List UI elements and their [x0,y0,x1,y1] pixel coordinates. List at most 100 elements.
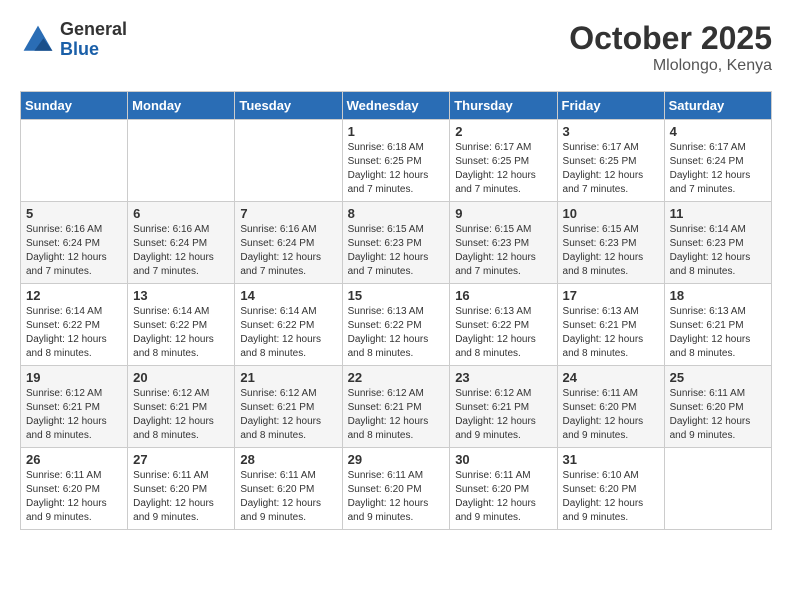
calendar-body: 1 Sunrise: 6:18 AM Sunset: 6:25 PM Daylig… [21,120,772,530]
day-number: 6 [133,206,229,221]
calendar-cell: 12Sunrise: 6:14 AM Sunset: 6:22 PM Dayli… [21,284,128,366]
calendar-cell: 13Sunrise: 6:14 AM Sunset: 6:22 PM Dayli… [128,284,235,366]
weekday-header: Saturday [664,92,771,120]
calendar-cell: 14 Sunrise: 6:14 AM Sunset: 6:22 PM Dayli… [235,284,342,366]
calendar-cell: 5 Sunrise: 6:16 AM Sunset: 6:24 PM Daylig… [21,202,128,284]
day-number: 14 [240,288,336,303]
day-number: 8 [348,206,445,221]
calendar-week-row: 12Sunrise: 6:14 AM Sunset: 6:22 PM Dayli… [21,284,772,366]
day-info: Sunrise: 6:12 AM Sunset: 6:21 PM Dayligh… [133,387,229,443]
day-info: Sunrise: 6:17 AM Sunset: 6:25 PM Dayligh… [455,141,551,197]
day-info: Sunrise: 6:14 AM Sunset: 6:22 PM Dayligh… [26,305,122,361]
calendar-cell [21,120,128,202]
calendar-week-row: 19 Sunrise: 6:12 AM Sunset: 6:21 PM Dayli… [21,366,772,448]
calendar-cell: 23 Sunrise: 6:12 AM Sunset: 6:21 PM Dayli… [450,366,557,448]
day-info: Sunrise: 6:12 AM Sunset: 6:21 PM Dayligh… [26,387,122,443]
day-number: 18 [670,288,766,303]
day-number: 30 [455,452,551,467]
day-info: Sunrise: 6:13 AM Sunset: 6:22 PM Dayligh… [348,305,445,361]
calendar-week-row: 5 Sunrise: 6:16 AM Sunset: 6:24 PM Daylig… [21,202,772,284]
calendar-cell: 22 Sunrise: 6:12 AM Sunset: 6:21 PM Dayli… [342,366,450,448]
calendar-cell [664,448,771,530]
day-info: Sunrise: 6:14 AM Sunset: 6:22 PM Dayligh… [240,305,336,361]
day-info: Sunrise: 6:16 AM Sunset: 6:24 PM Dayligh… [26,223,122,279]
calendar-cell: 3 Sunrise: 6:17 AM Sunset: 6:25 PM Daylig… [557,120,664,202]
day-info: Sunrise: 6:18 AM Sunset: 6:25 PM Dayligh… [348,141,445,197]
calendar-week-row: 26Sunrise: 6:11 AM Sunset: 6:20 PM Dayli… [21,448,772,530]
calendar-cell: 25Sunrise: 6:11 AM Sunset: 6:20 PM Dayli… [664,366,771,448]
day-info: Sunrise: 6:12 AM Sunset: 6:21 PM Dayligh… [348,387,445,443]
calendar-table: SundayMondayTuesdayWednesdayThursdayFrid… [20,91,772,530]
day-number: 21 [240,370,336,385]
day-number: 1 [348,124,445,139]
calendar-cell: 8 Sunrise: 6:15 AM Sunset: 6:23 PM Daylig… [342,202,450,284]
day-number: 23 [455,370,551,385]
calendar-cell: 7 Sunrise: 6:16 AM Sunset: 6:24 PM Daylig… [235,202,342,284]
day-info: Sunrise: 6:12 AM Sunset: 6:21 PM Dayligh… [240,387,336,443]
calendar-cell: 16Sunrise: 6:13 AM Sunset: 6:22 PM Dayli… [450,284,557,366]
calendar-cell: 17 Sunrise: 6:13 AM Sunset: 6:21 PM Dayli… [557,284,664,366]
day-info: Sunrise: 6:16 AM Sunset: 6:24 PM Dayligh… [240,223,336,279]
day-info: Sunrise: 6:12 AM Sunset: 6:21 PM Dayligh… [455,387,551,443]
day-info: Sunrise: 6:11 AM Sunset: 6:20 PM Dayligh… [455,469,551,525]
day-info: Sunrise: 6:17 AM Sunset: 6:25 PM Dayligh… [563,141,659,197]
day-info: Sunrise: 6:13 AM Sunset: 6:21 PM Dayligh… [670,305,766,361]
calendar-cell: 19 Sunrise: 6:12 AM Sunset: 6:21 PM Dayli… [21,366,128,448]
day-number: 28 [240,452,336,467]
calendar-cell [128,120,235,202]
calendar-cell: 20Sunrise: 6:12 AM Sunset: 6:21 PM Dayli… [128,366,235,448]
location: Mlolongo, Kenya [569,57,772,75]
calendar-cell: 9 Sunrise: 6:15 AM Sunset: 6:23 PM Daylig… [450,202,557,284]
day-number: 31 [563,452,659,467]
weekday-header: Friday [557,92,664,120]
logo-text: General Blue [60,20,127,60]
calendar-cell: 10 Sunrise: 6:15 AM Sunset: 6:23 PM Dayli… [557,202,664,284]
calendar-cell: 2Sunrise: 6:17 AM Sunset: 6:25 PM Daylig… [450,120,557,202]
day-info: Sunrise: 6:17 AM Sunset: 6:24 PM Dayligh… [670,141,766,197]
day-number: 22 [348,370,445,385]
day-number: 24 [563,370,659,385]
calendar-header: SundayMondayTuesdayWednesdayThursdayFrid… [21,92,772,120]
calendar-cell: 21 Sunrise: 6:12 AM Sunset: 6:21 PM Dayli… [235,366,342,448]
day-info: Sunrise: 6:11 AM Sunset: 6:20 PM Dayligh… [133,469,229,525]
calendar-cell: 1 Sunrise: 6:18 AM Sunset: 6:25 PM Daylig… [342,120,450,202]
day-number: 29 [348,452,445,467]
day-number: 4 [670,124,766,139]
day-number: 7 [240,206,336,221]
day-number: 15 [348,288,445,303]
day-info: Sunrise: 6:11 AM Sunset: 6:20 PM Dayligh… [240,469,336,525]
day-info: Sunrise: 6:11 AM Sunset: 6:20 PM Dayligh… [563,387,659,443]
day-info: Sunrise: 6:15 AM Sunset: 6:23 PM Dayligh… [348,223,445,279]
calendar-cell: 30 Sunrise: 6:11 AM Sunset: 6:20 PM Dayli… [450,448,557,530]
weekday-header: Monday [128,92,235,120]
day-number: 5 [26,206,122,221]
calendar-cell [235,120,342,202]
page-header: General Blue October 2025 Mlolongo, Keny… [20,20,772,75]
calendar-cell: 11 Sunrise: 6:14 AM Sunset: 6:23 PM Dayli… [664,202,771,284]
day-info: Sunrise: 6:16 AM Sunset: 6:24 PM Dayligh… [133,223,229,279]
logo: General Blue [20,20,127,60]
day-number: 17 [563,288,659,303]
calendar-cell: 26Sunrise: 6:11 AM Sunset: 6:20 PM Dayli… [21,448,128,530]
logo-icon [20,22,56,58]
day-info: Sunrise: 6:15 AM Sunset: 6:23 PM Dayligh… [563,223,659,279]
day-info: Sunrise: 6:14 AM Sunset: 6:23 PM Dayligh… [670,223,766,279]
day-number: 9 [455,206,551,221]
day-number: 19 [26,370,122,385]
day-number: 10 [563,206,659,221]
day-number: 11 [670,206,766,221]
day-number: 27 [133,452,229,467]
day-info: Sunrise: 6:13 AM Sunset: 6:21 PM Dayligh… [563,305,659,361]
calendar-cell: 4 Sunrise: 6:17 AM Sunset: 6:24 PM Daylig… [664,120,771,202]
calendar-cell: 29 Sunrise: 6:11 AM Sunset: 6:20 PM Dayli… [342,448,450,530]
calendar-cell: 31Sunrise: 6:10 AM Sunset: 6:20 PM Dayli… [557,448,664,530]
calendar-cell: 18 Sunrise: 6:13 AM Sunset: 6:21 PM Dayli… [664,284,771,366]
day-info: Sunrise: 6:14 AM Sunset: 6:22 PM Dayligh… [133,305,229,361]
calendar-cell: 27 Sunrise: 6:11 AM Sunset: 6:20 PM Dayli… [128,448,235,530]
weekday-header: Thursday [450,92,557,120]
day-info: Sunrise: 6:15 AM Sunset: 6:23 PM Dayligh… [455,223,551,279]
day-info: Sunrise: 6:11 AM Sunset: 6:20 PM Dayligh… [348,469,445,525]
day-number: 3 [563,124,659,139]
calendar-cell: 28 Sunrise: 6:11 AM Sunset: 6:20 PM Dayli… [235,448,342,530]
weekday-header: Wednesday [342,92,450,120]
